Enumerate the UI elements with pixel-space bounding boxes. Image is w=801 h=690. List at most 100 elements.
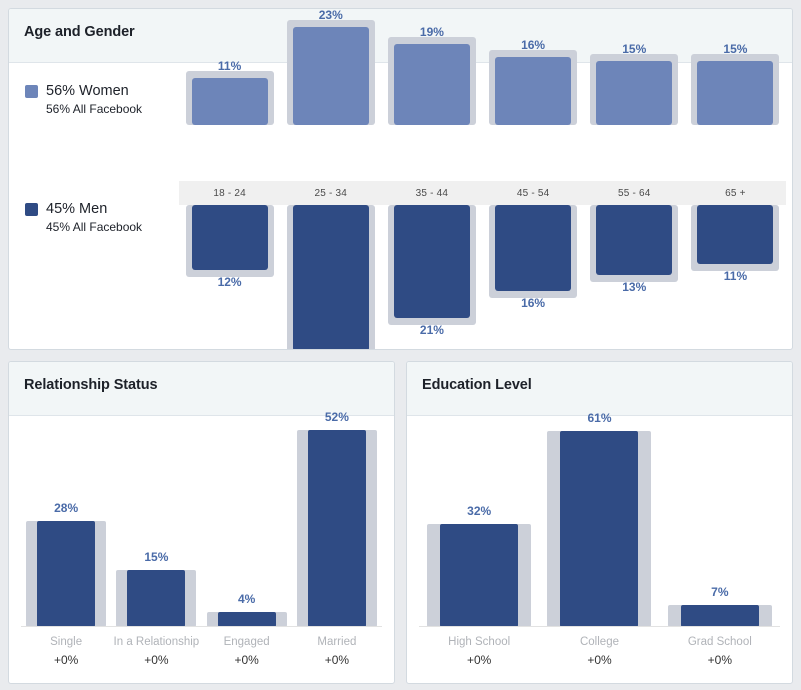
- age-group-column[interactable]: 23% 27%: [280, 9, 381, 349]
- men-bar-group: 11%: [685, 205, 786, 283]
- bar-value-label: 28%: [54, 501, 79, 515]
- category-delta: +0%: [234, 653, 259, 667]
- men-bar-group: 27%: [280, 205, 381, 349]
- men-bar-fill: [697, 205, 774, 264]
- category-label: In a Relationship: [113, 636, 200, 648]
- age-group-label: 55 - 64: [618, 187, 651, 199]
- bar[interactable]: [21, 521, 111, 627]
- men-bar-fill: [495, 205, 572, 291]
- men-bar-group: 16%: [483, 205, 584, 310]
- category-axis-cell: High School +0%: [419, 627, 539, 683]
- women-bar-group: 15%: [584, 42, 685, 125]
- men-bar-fill: [191, 205, 268, 270]
- education-level-axis: High School +0% College +0% Grad School +0%: [419, 626, 780, 683]
- age-gender-chart: 11%12%23%27%19%21%16%16%15%13%15%11% 18 …: [179, 9, 792, 349]
- men-bar-value: 12%: [217, 275, 242, 289]
- bar[interactable]: [202, 612, 292, 627]
- age-group-label: 25 - 34: [314, 187, 348, 199]
- women-bar[interactable]: [286, 20, 375, 125]
- women-bar[interactable]: [185, 71, 274, 125]
- category-axis-cell: College +0%: [539, 627, 659, 683]
- bar[interactable]: [539, 431, 659, 627]
- category-delta: +0%: [466, 653, 492, 667]
- men-bar[interactable]: [185, 205, 274, 277]
- category-axis-cell: Single +0%: [21, 627, 111, 683]
- category-axis-cell: Grad School +0%: [660, 627, 780, 683]
- page-title: Age and Gender: [24, 24, 135, 40]
- legend-item-women: 56% Women 56% All Facebook: [25, 83, 142, 116]
- age-group-column[interactable]: 19% 21%: [381, 25, 482, 349]
- men-bar-group: 21%: [381, 205, 482, 337]
- women-bar-fill: [697, 61, 774, 125]
- bar-fill: [680, 605, 759, 627]
- men-bar-fill: [596, 205, 673, 275]
- women-bar-fill: [292, 27, 369, 125]
- bar[interactable]: [111, 570, 201, 627]
- men-bar-value: 13%: [622, 280, 647, 294]
- bottom-panels-row: Relationship Status 28% 15% 4% 52% Single +0…: [8, 361, 793, 684]
- bar[interactable]: [660, 605, 780, 627]
- category-label: Grad School: [687, 636, 752, 648]
- men-bar-value: 11%: [723, 269, 748, 283]
- insights-dashboard: Age and Gender 56% Women 56% All Faceboo…: [0, 0, 801, 690]
- men-bar[interactable]: [691, 205, 780, 271]
- women-bar-fill: [393, 44, 470, 125]
- women-bar-group: 23%: [280, 9, 381, 125]
- age-group-label: 18 - 24: [213, 187, 246, 199]
- relationship-status-panel: Relationship Status 28% 15% 4% 52% Single +0…: [8, 361, 395, 684]
- men-bar[interactable]: [590, 205, 679, 282]
- men-bar-value: 21%: [419, 323, 444, 337]
- men-bar-group: 12%: [179, 205, 280, 289]
- bar-value-label: 52%: [324, 410, 349, 424]
- category-label: Married: [317, 636, 357, 648]
- men-bar[interactable]: [387, 205, 476, 325]
- bar-fill: [217, 612, 276, 627]
- bar[interactable]: [419, 524, 539, 627]
- legend-item-men: 45% Men 45% All Facebook: [25, 201, 142, 234]
- category-delta: +0%: [53, 653, 79, 667]
- women-bar[interactable]: [387, 37, 476, 125]
- category-delta: +0%: [707, 653, 732, 667]
- education-level-panel: Education Level 32% 61% 7% High School +0% C…: [406, 361, 793, 684]
- age-group-label: 45 - 54: [516, 187, 550, 199]
- age-gender-legend: 56% Women 56% All Facebook 45% Men 45% A…: [9, 63, 179, 349]
- women-color-swatch-icon: [25, 84, 38, 98]
- category-axis-cell: Engaged +0%: [202, 627, 292, 683]
- age-group-column[interactable]: 11% 12%: [179, 59, 280, 349]
- age-group-axis-band: 18 - 24 25 - 34 35 - 44 45 - 54 55 - 64 65 +: [179, 181, 786, 205]
- women-bar-fill: [495, 57, 572, 125]
- bar-value-label: 4%: [237, 592, 256, 606]
- age-gender-columns: 11%12%23%27%19%21%16%16%15%13%15%11%: [179, 9, 786, 349]
- age-group-column[interactable]: 15% 13%: [584, 42, 685, 349]
- category-label: Single: [50, 636, 83, 648]
- age-group-label: 35 - 44: [415, 187, 449, 199]
- category-axis-cell: In a Relationship +0%: [111, 627, 201, 683]
- bar-fill: [440, 524, 519, 627]
- women-bar[interactable]: [489, 50, 578, 125]
- women-bar-group: 16%: [483, 38, 584, 125]
- relationship-status-axis: Single +0% In a Relationship +0% Engaged +0% M…: [21, 626, 382, 683]
- bar-value-label: 61%: [587, 411, 612, 425]
- bar-fill: [37, 521, 96, 627]
- relationship-status-body: 28% 15% 4% 52% Single +0% In a Relationship +0…: [9, 410, 394, 683]
- bar[interactable]: [292, 430, 382, 627]
- category-delta: +0%: [144, 653, 169, 667]
- age-group-column[interactable]: 16% 16%: [483, 38, 584, 349]
- bar-value-label: 15%: [144, 550, 169, 564]
- age-and-gender-panel: Age and Gender 56% Women 56% All Faceboo…: [8, 8, 793, 350]
- women-bar[interactable]: [691, 54, 780, 125]
- men-bar-fill: [292, 205, 369, 349]
- men-bar[interactable]: [489, 205, 578, 298]
- category-label: Engaged: [223, 636, 270, 648]
- legend-men-benchmark: 45% All Facebook: [46, 220, 143, 234]
- women-bar[interactable]: [590, 54, 679, 125]
- legend-women-label: 56% Women: [46, 83, 129, 99]
- men-bar[interactable]: [286, 205, 375, 349]
- women-bar-group: 11%: [179, 59, 280, 125]
- women-bar-group: 19%: [381, 25, 482, 125]
- category-axis-cell: Married +0%: [292, 627, 382, 683]
- category-label: College: [579, 636, 619, 648]
- men-bar-value: 16%: [521, 296, 546, 310]
- age-group-label: 65 +: [725, 187, 746, 199]
- age-group-column[interactable]: 15% 11%: [685, 42, 786, 349]
